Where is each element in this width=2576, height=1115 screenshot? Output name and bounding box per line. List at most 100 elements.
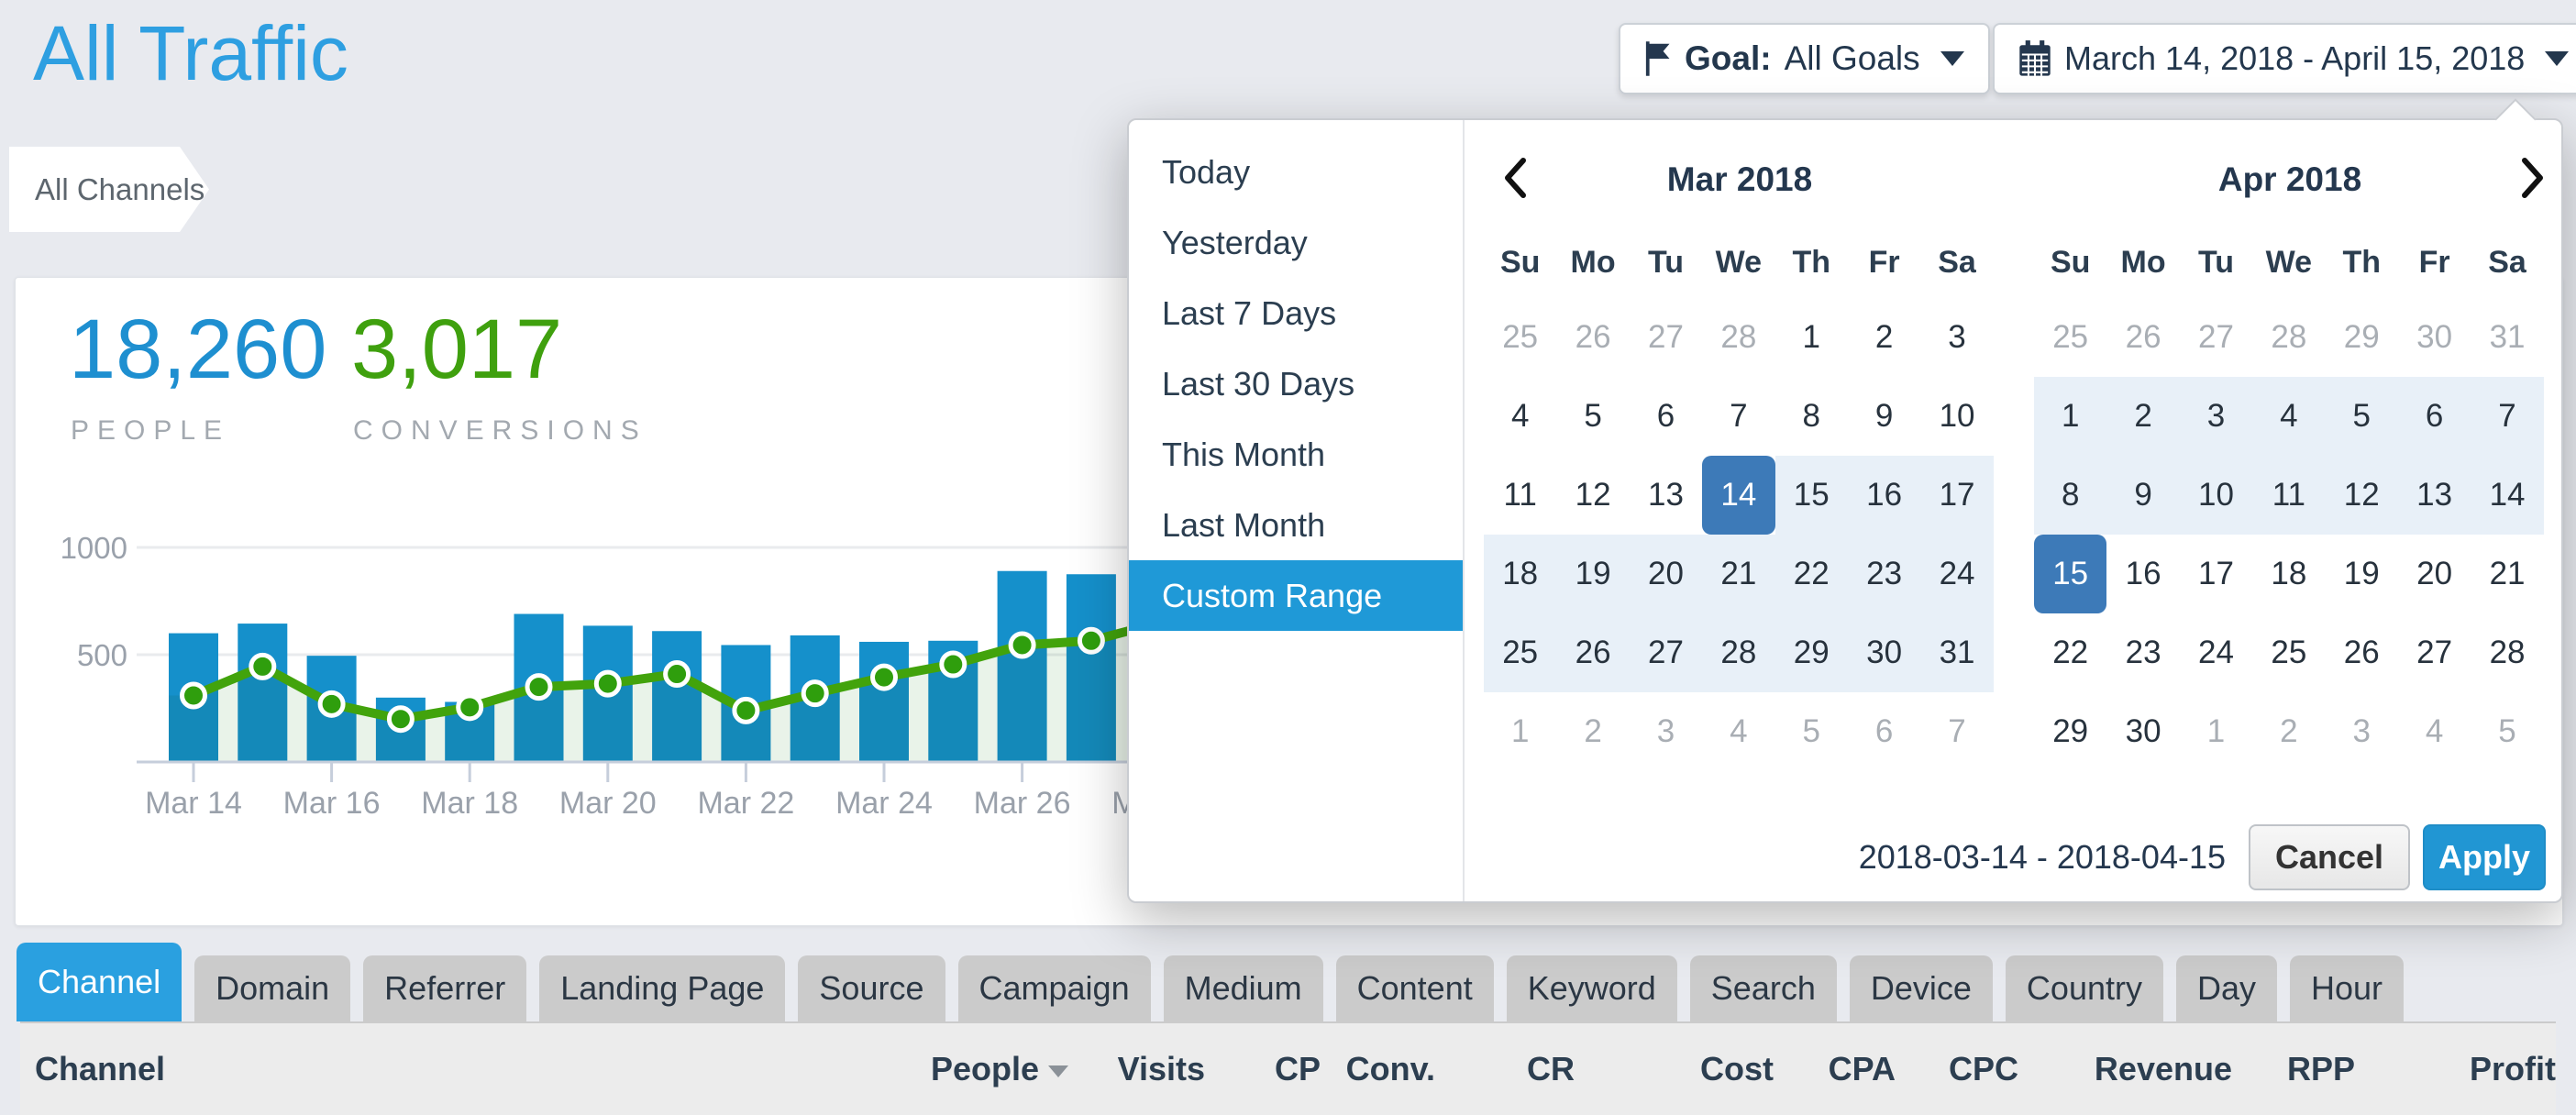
calendar-day[interactable]: 27: [1630, 613, 1702, 692]
calendar-day[interactable]: 24: [2180, 613, 2252, 692]
tab-referrer[interactable]: Referrer: [363, 955, 526, 1021]
calendar-day[interactable]: 26: [2326, 613, 2398, 692]
calendar-day[interactable]: 16: [2106, 535, 2179, 613]
calendar-day[interactable]: 29: [2034, 692, 2106, 771]
calendar-day[interactable]: 27: [1630, 298, 1702, 377]
tab-search[interactable]: Search: [1690, 955, 1837, 1021]
calendar-day[interactable]: 28: [2471, 613, 2543, 692]
calendar-day[interactable]: 8: [2034, 456, 2106, 535]
calendar-day[interactable]: 4: [2398, 692, 2471, 771]
calendar-day[interactable]: 23: [2106, 613, 2179, 692]
calendar-day[interactable]: 13: [2398, 456, 2471, 535]
calendar-day[interactable]: 18: [2252, 535, 2325, 613]
calendar-day[interactable]: 14: [2471, 456, 2543, 535]
calendar-day[interactable]: 3: [2180, 377, 2252, 456]
column-header-conv-[interactable]: Conv.: [1321, 1050, 1435, 1088]
calendar-day[interactable]: 30: [2398, 298, 2471, 377]
calendar-day[interactable]: 19: [2326, 535, 2398, 613]
calendar-day[interactable]: 7: [1702, 377, 1774, 456]
calendar-day[interactable]: 5: [2326, 377, 2398, 456]
calendar-day-selected[interactable]: 14: [1702, 456, 1774, 535]
column-header-profit[interactable]: Profit: [2355, 1050, 2556, 1088]
calendar-day[interactable]: 17: [2180, 535, 2252, 613]
preset-last-month[interactable]: Last Month: [1129, 490, 1463, 560]
preset-last-7-days[interactable]: Last 7 Days: [1129, 278, 1463, 348]
calendar-day[interactable]: 6: [1848, 692, 1920, 771]
calendar-day[interactable]: 10: [2180, 456, 2252, 535]
goal-selector-button[interactable]: Goal: All Goals: [1619, 23, 1990, 94]
column-header-cp[interactable]: CP: [1205, 1050, 1321, 1088]
calendar-day[interactable]: 26: [2106, 298, 2179, 377]
calendar-day[interactable]: 23: [1848, 535, 1920, 613]
calendar-day[interactable]: 4: [1484, 377, 1556, 456]
calendar-day[interactable]: 5: [1556, 377, 1629, 456]
tab-hour[interactable]: Hour: [2290, 955, 2404, 1021]
calendar-day[interactable]: 21: [1702, 535, 1774, 613]
calendar-day[interactable]: 28: [1702, 298, 1774, 377]
preset-last-30-days[interactable]: Last 30 Days: [1129, 348, 1463, 419]
apply-button[interactable]: Apply: [2423, 824, 2546, 890]
calendar-day[interactable]: 7: [2471, 377, 2543, 456]
tab-domain[interactable]: Domain: [194, 955, 350, 1021]
tab-medium[interactable]: Medium: [1164, 955, 1323, 1021]
tab-source[interactable]: Source: [798, 955, 945, 1021]
column-header-revenue[interactable]: Revenue: [2018, 1050, 2232, 1088]
tab-campaign[interactable]: Campaign: [958, 955, 1151, 1021]
calendar-day[interactable]: 25: [1484, 298, 1556, 377]
column-header-cpc[interactable]: CPC: [1896, 1050, 2018, 1088]
calendar-day[interactable]: 31: [1920, 613, 1993, 692]
calendar-day[interactable]: 1: [2180, 692, 2252, 771]
preset-today[interactable]: Today: [1129, 137, 1463, 207]
column-header-people[interactable]: People: [885, 1050, 1068, 1088]
calendar-day[interactable]: 21: [2471, 535, 2543, 613]
column-header-cost[interactable]: Cost: [1575, 1050, 1774, 1088]
tab-country[interactable]: Country: [2006, 955, 2163, 1021]
calendar-day[interactable]: 12: [1556, 456, 1629, 535]
calendar-day[interactable]: 22: [1775, 535, 1848, 613]
column-header-cr[interactable]: CR: [1435, 1050, 1575, 1088]
calendar-day[interactable]: 30: [2106, 692, 2179, 771]
calendar-day[interactable]: 13: [1630, 456, 1702, 535]
calendar-day[interactable]: 11: [2252, 456, 2325, 535]
calendar-day[interactable]: 4: [1702, 692, 1774, 771]
tab-channel[interactable]: Channel: [17, 943, 182, 1021]
column-header-visits[interactable]: Visits: [1068, 1050, 1205, 1088]
calendar-day[interactable]: 15: [1775, 456, 1848, 535]
calendar-day[interactable]: 11: [1484, 456, 1556, 535]
calendar-day[interactable]: 18: [1484, 535, 1556, 613]
tab-landing-page[interactable]: Landing Page: [539, 955, 785, 1021]
tab-day[interactable]: Day: [2176, 955, 2277, 1021]
preset-yesterday[interactable]: Yesterday: [1129, 207, 1463, 278]
calendar-day[interactable]: 9: [1848, 377, 1920, 456]
column-header-channel[interactable]: Channel: [35, 1050, 885, 1088]
calendar-day[interactable]: 28: [2252, 298, 2325, 377]
calendar-day[interactable]: 9: [2106, 456, 2179, 535]
calendar-day[interactable]: 20: [1630, 535, 1702, 613]
calendar-day[interactable]: 27: [2180, 298, 2252, 377]
calendar-day[interactable]: 27: [2398, 613, 2471, 692]
calendar-day[interactable]: 6: [1630, 377, 1702, 456]
calendar-day[interactable]: 5: [2471, 692, 2543, 771]
cancel-button[interactable]: Cancel: [2249, 824, 2410, 890]
breadcrumb-all-channels[interactable]: All Channels: [9, 147, 209, 232]
calendar-day[interactable]: 3: [1630, 692, 1702, 771]
calendar-day[interactable]: 20: [2398, 535, 2471, 613]
calendar-day[interactable]: 17: [1920, 456, 1993, 535]
calendar-day[interactable]: 31: [2471, 298, 2543, 377]
calendar-day[interactable]: 7: [1920, 692, 1993, 771]
column-header-cpa[interactable]: CPA: [1774, 1050, 1896, 1088]
calendar-day[interactable]: 2: [2106, 377, 2179, 456]
calendar-day[interactable]: 10: [1920, 377, 1993, 456]
calendar-day[interactable]: 19: [1556, 535, 1629, 613]
calendar-day[interactable]: 2: [2252, 692, 2325, 771]
calendar-day[interactable]: 1: [2034, 377, 2106, 456]
date-range-button[interactable]: March 14, 2018 - April 15, 2018: [1993, 23, 2576, 94]
preset-custom-range[interactable]: Custom Range: [1129, 560, 1463, 631]
calendar-day[interactable]: 22: [2034, 613, 2106, 692]
calendar-day[interactable]: 26: [1556, 298, 1629, 377]
calendar-day[interactable]: 25: [2034, 298, 2106, 377]
calendar-day[interactable]: 6: [2398, 377, 2471, 456]
calendar-day[interactable]: 1: [1775, 298, 1848, 377]
tab-keyword[interactable]: Keyword: [1507, 955, 1677, 1021]
calendar-day[interactable]: 25: [1484, 613, 1556, 692]
